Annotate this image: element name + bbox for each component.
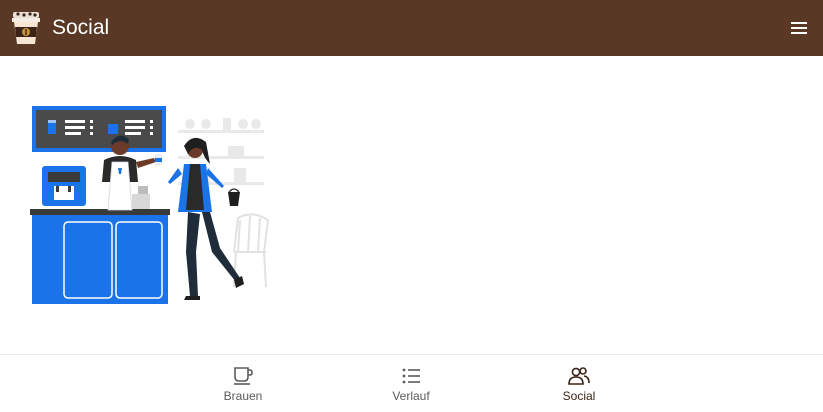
nav-item-verlauf[interactable]: Verlauf — [351, 355, 471, 412]
people-icon — [568, 367, 590, 385]
coffee-cup-logo-icon — [12, 12, 40, 44]
app-bar: Social — [0, 0, 823, 56]
bottom-navigation: Brauen Verlauf Social — [0, 354, 823, 412]
nav-item-label: Verlauf — [392, 389, 430, 403]
nav-item-social[interactable]: Social — [519, 355, 639, 412]
page-title: Social — [52, 16, 110, 39]
barista-coffee-shop-illustration — [30, 106, 270, 304]
menu-button[interactable] — [785, 14, 813, 42]
nav-item-brauen[interactable]: Brauen — [183, 355, 303, 412]
list-icon — [402, 368, 420, 384]
nav-item-label: Social — [562, 389, 596, 403]
nav-item-label: Brauen — [223, 389, 263, 403]
hamburger-menu-icon — [791, 22, 807, 34]
coffee-cup-icon — [234, 367, 253, 385]
